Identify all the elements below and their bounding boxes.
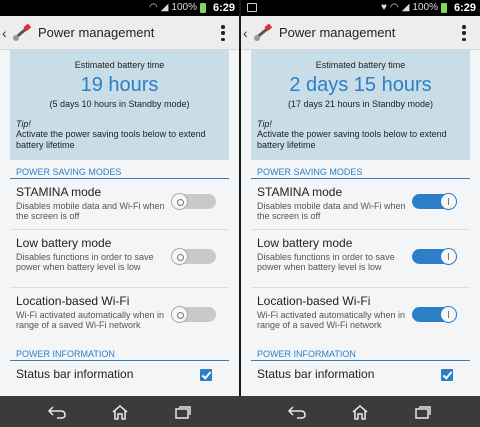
section-power-info: POWER INFORMATION — [10, 344, 229, 361]
battery-percent: 100% — [171, 2, 197, 13]
setting-low-battery[interactable]: Low battery mode Disables functions in o… — [251, 230, 470, 288]
status-time: 6:29 — [453, 2, 476, 14]
tip-text: Activate the power saving tools below to… — [257, 129, 447, 150]
section-power-info: POWER INFORMATION — [251, 344, 470, 361]
setting-location-wifi[interactable]: Location-based Wi-Fi Wi-Fi activated aut… — [251, 288, 470, 344]
page-title: Power management — [279, 25, 396, 40]
status-icons: ♥ ◠ ◢ 100% — [381, 3, 450, 13]
setting-title: Low battery mode — [257, 236, 353, 250]
battery-icon — [199, 3, 206, 13]
nav-group-left — [0, 396, 240, 427]
recents-icon[interactable] — [410, 402, 436, 422]
location-wifi-toggle[interactable] — [171, 306, 216, 323]
tip-title: Tip! — [257, 119, 272, 129]
content: Estimated battery time 2 days 15 hours (… — [251, 50, 470, 396]
status-bar: ♥ ◠ ◢ 100% 6:29 — [241, 0, 480, 16]
setting-title: Status bar information — [257, 367, 375, 381]
setting-status-bar-info[interactable]: Status bar information — [10, 361, 229, 396]
tip-text: Activate the power saving tools below to… — [16, 129, 206, 150]
stamina-toggle[interactable] — [412, 193, 457, 210]
setting-desc: Wi-Fi activated automatically when in ra… — [16, 310, 165, 330]
battery-estimate-card: Estimated battery time 2 days 15 hours (… — [251, 50, 470, 160]
estimate-value: 2 days 15 hours — [289, 74, 432, 96]
home-icon[interactable] — [347, 402, 373, 422]
recents-icon[interactable] — [170, 402, 196, 422]
setting-title: Location-based Wi-Fi — [16, 294, 130, 308]
screen-right: ♥ ◠ ◢ 100% 6:29 ‹ Power management Estim… — [241, 0, 480, 396]
setting-title: Low battery mode — [16, 236, 112, 250]
navigation-bar — [0, 396, 480, 427]
chevron-left-icon[interactable]: ‹ — [2, 25, 10, 41]
status-bar-info-checkbox[interactable] — [441, 369, 453, 381]
section-power-saving: POWER SAVING MODES — [10, 162, 229, 179]
chevron-left-icon[interactable]: ‹ — [243, 25, 251, 41]
setting-desc: Wi-Fi activated automatically when in ra… — [257, 310, 406, 330]
battery-icon — [440, 3, 447, 13]
content: Estimated battery time 19 hours (5 days … — [10, 50, 229, 396]
action-bar: ‹ Power management — [0, 16, 239, 50]
power-tools-icon[interactable] — [251, 21, 275, 45]
power-tools-icon[interactable] — [10, 21, 34, 45]
setting-stamina[interactable]: STAMINA mode Disables mobile data and Wi… — [251, 179, 470, 230]
setting-title: Location-based Wi-Fi — [257, 294, 371, 308]
stamina-toggle[interactable] — [171, 193, 216, 210]
status-time: 6:29 — [212, 2, 235, 14]
signal-icon: ◢ — [401, 2, 410, 13]
section-power-saving: POWER SAVING MODES — [251, 162, 470, 179]
tip-title: Tip! — [16, 119, 31, 129]
toggle-knob — [171, 193, 188, 210]
page-title: Power management — [38, 25, 155, 40]
setting-title: Status bar information — [16, 367, 134, 381]
status-bar-info-checkbox[interactable] — [200, 369, 212, 381]
estimate-value: 19 hours — [80, 74, 159, 96]
nav-group-right — [240, 396, 480, 427]
standby-estimate: (17 days 21 hours in Standby mode) — [287, 99, 434, 109]
estimate-label: Estimated battery time — [74, 60, 165, 70]
image-notification-icon — [247, 3, 257, 12]
setting-desc: Disables functions in order to save powe… — [257, 252, 395, 272]
toggle-knob — [440, 248, 457, 265]
overflow-menu-icon[interactable] — [462, 25, 466, 41]
setting-low-battery[interactable]: Low battery mode Disables functions in o… — [10, 230, 229, 288]
screen-left: ◠ ◢ 100% 6:29 ‹ Power management Estimat… — [0, 0, 239, 396]
home-icon[interactable] — [107, 402, 133, 422]
overflow-menu-icon[interactable] — [221, 25, 225, 41]
toggle-knob — [440, 193, 457, 210]
standby-estimate: (5 days 10 hours in Standby mode) — [49, 99, 190, 109]
wifi-icon: ◠ — [148, 2, 158, 13]
estimate-label: Estimated battery time — [315, 60, 406, 70]
setting-desc: Disables mobile data and Wi-Fi when the … — [257, 201, 406, 221]
wifi-icon: ◠ — [389, 2, 399, 13]
battery-percent: 100% — [412, 2, 438, 13]
status-bar: ◠ ◢ 100% 6:29 — [0, 0, 239, 16]
action-bar: ‹ Power management — [241, 16, 480, 50]
setting-location-wifi[interactable]: Location-based Wi-Fi Wi-Fi activated aut… — [10, 288, 229, 344]
stamina-status-icon: ♥ — [381, 2, 387, 13]
setting-desc: Disables mobile data and Wi-Fi when the … — [16, 201, 165, 221]
battery-estimate-card: Estimated battery time 19 hours (5 days … — [10, 50, 229, 160]
back-icon[interactable] — [284, 402, 310, 422]
low-battery-toggle[interactable] — [412, 248, 457, 265]
screens: ◠ ◢ 100% 6:29 ‹ Power management Estimat… — [0, 0, 480, 396]
signal-icon: ◢ — [160, 2, 169, 13]
setting-stamina[interactable]: STAMINA mode Disables mobile data and Wi… — [10, 179, 229, 230]
location-wifi-toggle[interactable] — [412, 306, 457, 323]
back-icon[interactable] — [44, 402, 70, 422]
toggle-knob — [440, 306, 457, 323]
low-battery-toggle[interactable] — [171, 248, 216, 265]
toggle-knob — [171, 248, 188, 265]
status-icons: ◠ ◢ 100% — [149, 3, 209, 13]
setting-status-bar-info[interactable]: Status bar information — [251, 361, 470, 396]
toggle-knob — [171, 306, 188, 323]
setting-desc: Disables functions in order to save powe… — [16, 252, 154, 272]
